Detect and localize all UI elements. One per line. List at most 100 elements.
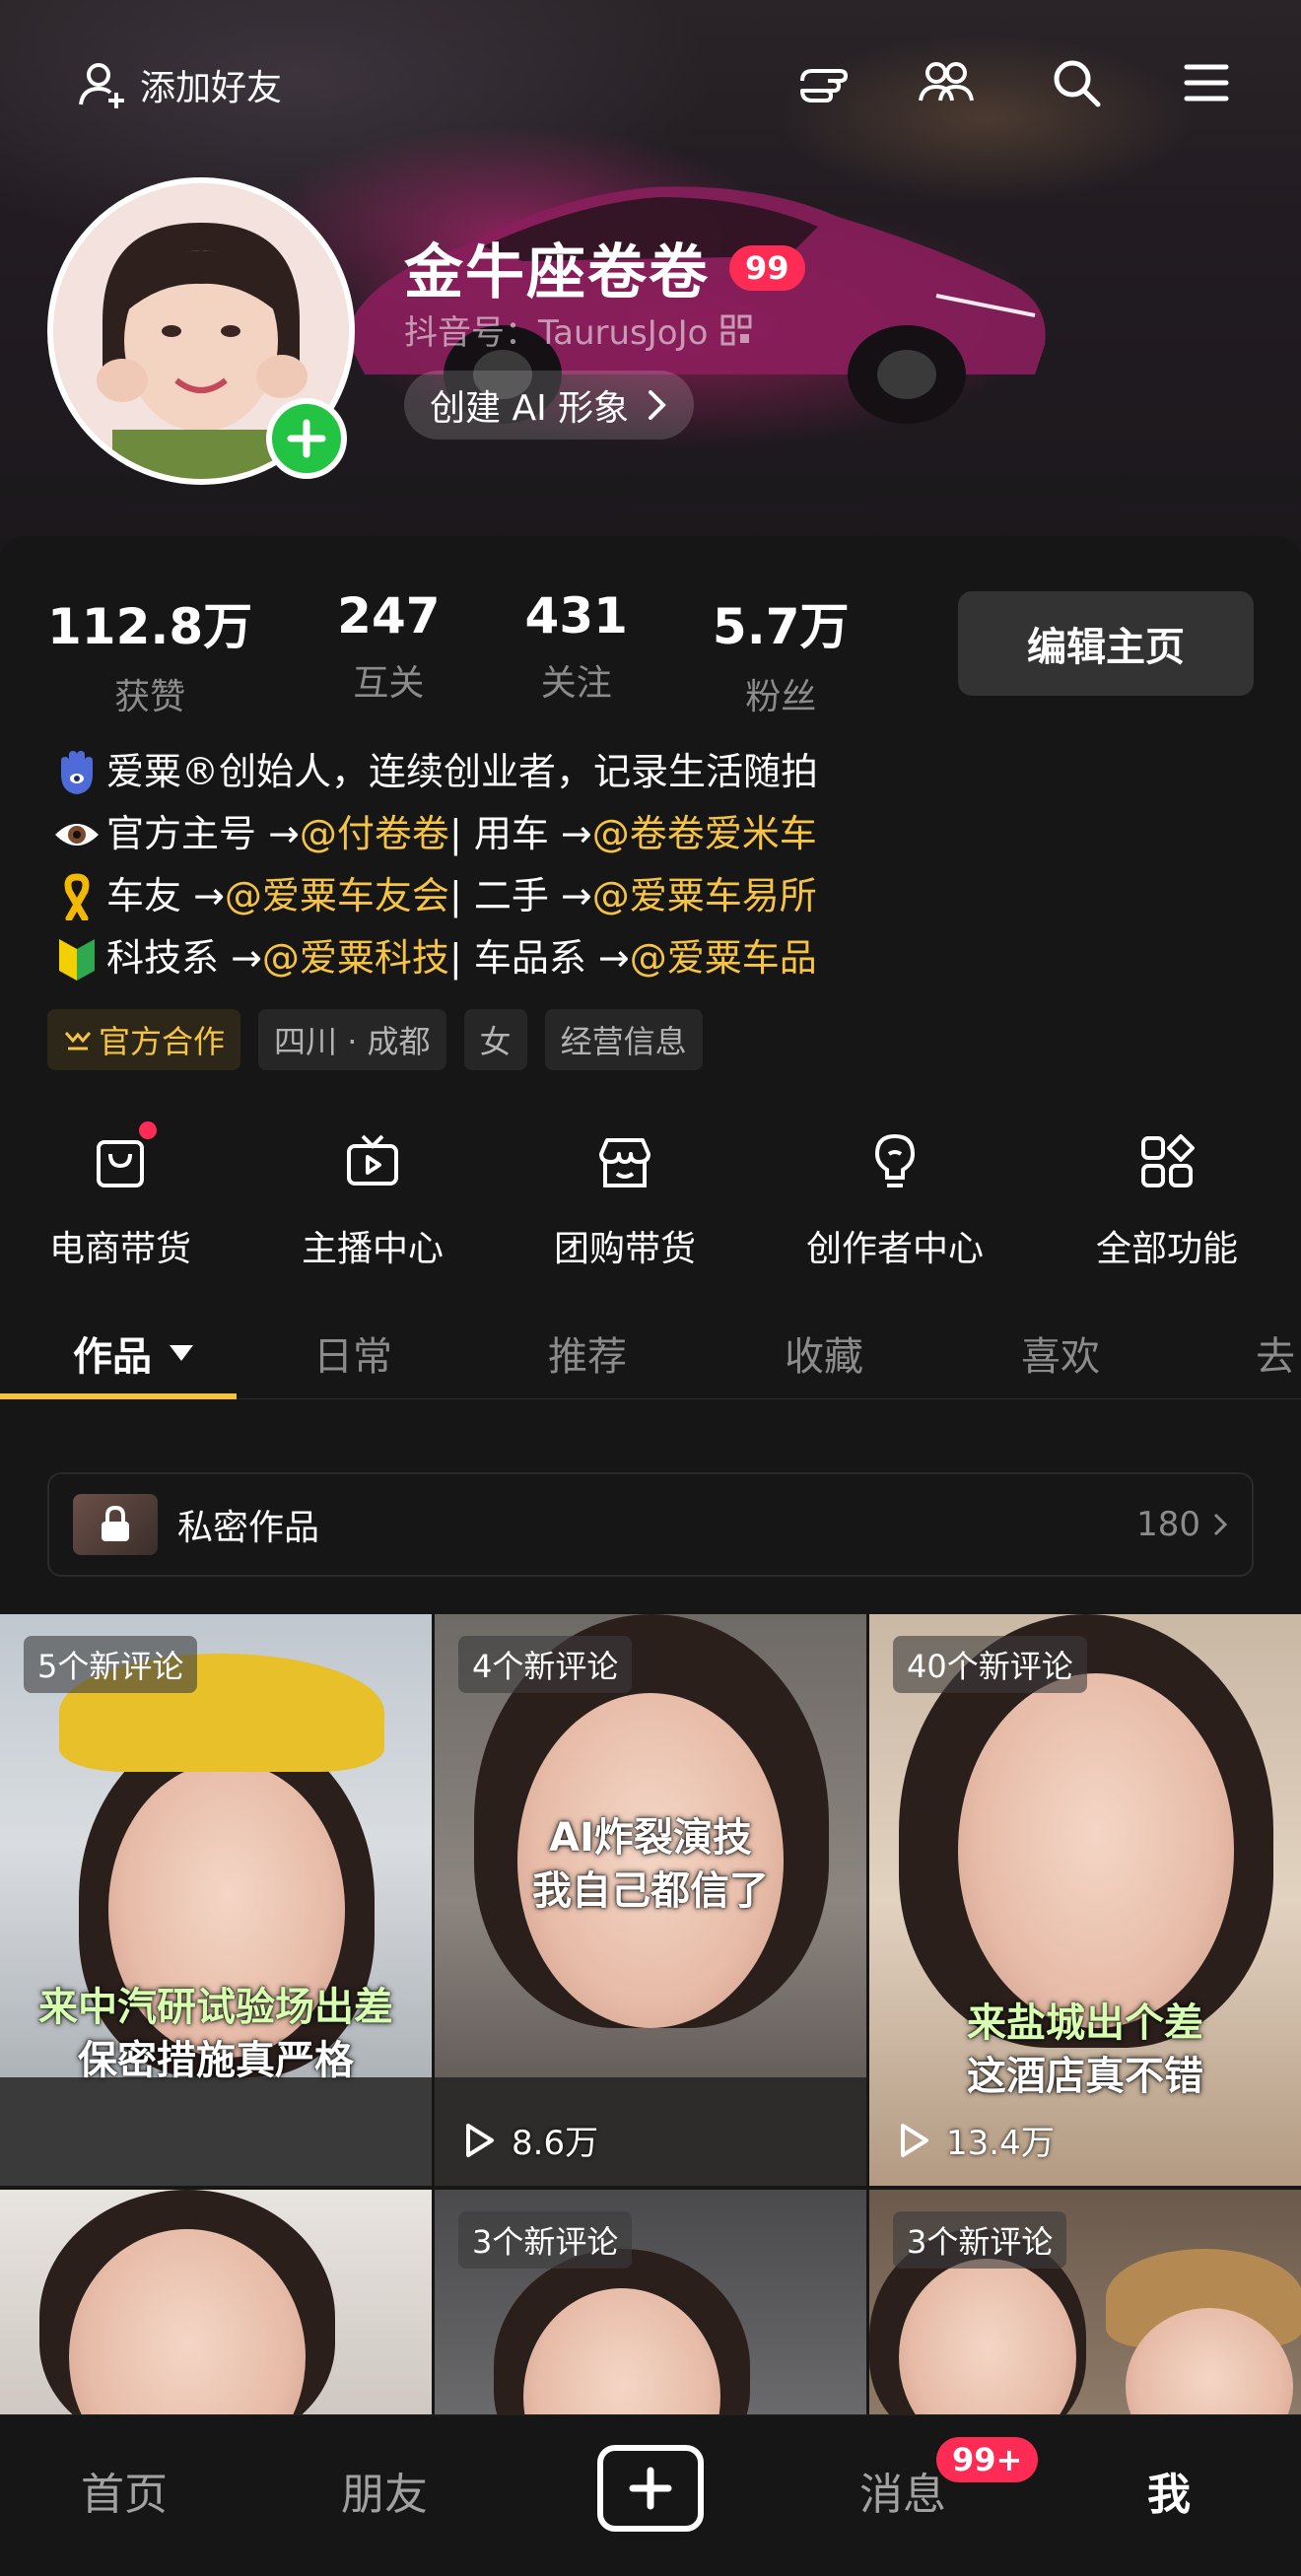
video-caption: AI炸裂演技 我自己都信了 [435,1811,866,1918]
group-buy-button[interactable]: 团购带货 [554,1127,696,1271]
mention-link[interactable]: @付卷卷 [300,803,449,865]
pointing-hand-icon[interactable] [794,53,854,112]
play-count: 8.6万 [458,2116,598,2164]
new-comments-badge: 3个新评论 [893,2211,1067,2269]
add-person-icon [79,63,124,108]
official-partner-label: 官方合作 [99,1023,226,1060]
create-ai-avatar-label: 创建 AI 形象 [430,388,630,429]
menu-icon[interactable] [1177,53,1236,112]
play-count-value: 13.4万 [946,2124,1055,2163]
gender-tag: 女 [463,1009,527,1070]
business-info-tag[interactable]: 经营信息 [544,1009,703,1070]
play-icon [901,2123,928,2157]
plus-icon [629,2467,672,2510]
add-story-button[interactable] [266,398,347,479]
video-caption-line: 我自己都信了 [532,1868,769,1914]
bio-text: | 二手 → [448,874,592,917]
new-comments-badge: 40个新评论 [893,1636,1087,1693]
nav-messages[interactable]: 消息 [859,2459,946,2522]
bio-line: 官方主号 → @付卷卷 | 用车 → @卷卷爱米车 [51,803,818,865]
bottom-navigation: 首页 朋友 消息 99+ 我 [0,2414,1301,2576]
nav-home[interactable]: 首页 [81,2459,168,2522]
mention-link[interactable]: @卷卷爱米车 [592,803,817,865]
tab-recommend[interactable]: 推荐 [548,1324,627,1382]
tool-label: 全部功能 [1096,1229,1239,1269]
tool-label: 创作者中心 [806,1229,985,1269]
nav-friends[interactable]: 朋友 [341,2459,428,2522]
streamer-center-button[interactable]: 主播中心 [302,1127,444,1271]
stat-followers[interactable]: 5.7万 粉丝 [713,587,850,719]
mention-link[interactable]: @爱粟车友会 [225,865,449,927]
create-ai-avatar-button[interactable]: 创建 AI 形象 [404,371,695,440]
caret-down-icon [170,1345,193,1361]
tab-more[interactable]: 去 [1256,1324,1295,1382]
stat-mutual[interactable]: 247 互关 [337,587,440,719]
stat-value: 247 [337,587,441,644]
tab-daily[interactable]: 日常 [313,1324,392,1382]
edit-profile-button[interactable]: 编辑主页 [958,591,1254,696]
location-tag[interactable]: 四川 · 成都 [258,1009,446,1070]
video-thumbnail[interactable] [0,2190,432,2414]
mention-link[interactable]: @爱粟车品 [630,927,817,989]
bio: 爱粟®创始人，连续创业者，记录生活随拍 官方主号 → @付卷卷 | 用车 → @… [51,741,818,989]
qr-code-icon [720,314,752,345]
official-partner-tag[interactable]: 官方合作 [47,1009,241,1070]
bio-line: 爱粟®创始人，连续创业者，记录生活随拍 [51,741,818,803]
content-tabs: 作品 日常 推荐 收藏 喜欢 去 [0,1305,1301,1399]
new-comments-badge: 5个新评论 [24,1636,198,1693]
douyin-id[interactable]: 抖音号：TaurusJoJo [404,305,753,354]
add-friend-label: 添加好友 [140,68,283,108]
video-thumbnail[interactable]: 5个新评论 来中汽研试验场出差 保密措施真严格 [0,1614,432,2186]
level-badge[interactable]: 99 [729,244,805,291]
lightbulb-icon [860,1127,929,1196]
private-works-bar[interactable]: 私密作品 180 [47,1472,1254,1577]
nav-me[interactable]: 我 [1147,2459,1191,2522]
bio-text: 科技系 → [106,936,262,980]
ecommerce-button[interactable]: 电商带货 [49,1121,191,1271]
bio-line: 车友 → @爱粟车友会 | 二手 → @爱粟车易所 [51,865,818,927]
stat-label: 粉丝 [745,677,817,717]
profile-name: 金牛座卷卷 [404,238,710,307]
eye-icon [51,809,103,860]
stat-label: 关注 [540,663,612,704]
stat-label: 获赞 [114,677,186,717]
douyin-id-text: 抖音号：TaurusJoJo [404,313,709,353]
play-count: 13.4万 [893,2116,1055,2164]
profile-tags: 官方合作 四川 · 成都 女 经营信息 [47,1009,703,1070]
top-toolbar: 添加好友 [0,39,1301,128]
video-caption-line: AI炸裂演技 [549,1815,752,1861]
stat-value: 5.7万 [712,598,850,655]
profile-banner: 添加好友 金牛座卷卷 99 抖音号：TaurusJoJo 创建 AI 形象 [0,0,1301,552]
hamsa-hand-icon [51,747,103,798]
chevron-right-icon [1213,1513,1228,1536]
create-post-button[interactable] [597,2445,704,2532]
stat-following[interactable]: 431 关注 [525,587,628,719]
add-friend-button[interactable]: 添加好友 [77,57,282,112]
video-thumbnail[interactable]: 4个新评论 AI炸裂演技 我自己都信了 8.6万 [435,1614,866,2186]
tv-play-icon [338,1127,407,1196]
bio-text: 官方主号 → [106,812,300,855]
all-features-button[interactable]: 全部功能 [1096,1127,1238,1271]
bio-text: | 用车 → [448,812,592,855]
friends-icon[interactable] [917,53,976,112]
feature-shortcuts: 电商带货 主播中心 团购带货 创作者中心 全部功能 [0,1121,1301,1285]
mention-link[interactable]: @爱粟车易所 [592,865,817,927]
tool-label: 团购带货 [554,1229,697,1269]
video-thumbnail[interactable]: 3个新评论 [435,2190,866,2414]
stat-likes[interactable]: 112.8万 获赞 [47,587,252,719]
tab-works[interactable]: 作品 [73,1324,195,1382]
video-thumbnail[interactable]: 3个新评论 [869,2190,1301,2414]
stat-value: 112.8万 [47,598,253,655]
video-thumbnail[interactable]: 40个新评论 来盐城出个差 这酒店真不错 13.4万 [869,1614,1301,2186]
private-works-thumbnail [73,1494,158,1555]
video-caption: 来盐城出个差 这酒店真不错 [869,1997,1301,2103]
beginner-symbol-icon [51,933,103,984]
tab-likes[interactable]: 喜欢 [1021,1324,1100,1382]
search-icon[interactable] [1047,53,1106,112]
tab-favorites[interactable]: 收藏 [785,1324,863,1382]
plus-icon [287,419,326,458]
creator-center-button[interactable]: 创作者中心 [806,1127,984,1271]
mention-link[interactable]: @爱粟科技 [262,927,449,989]
bio-line: 科技系 → @爱粟科技 | 车品系 → @爱粟车品 [51,927,818,989]
play-icon [466,2123,494,2157]
